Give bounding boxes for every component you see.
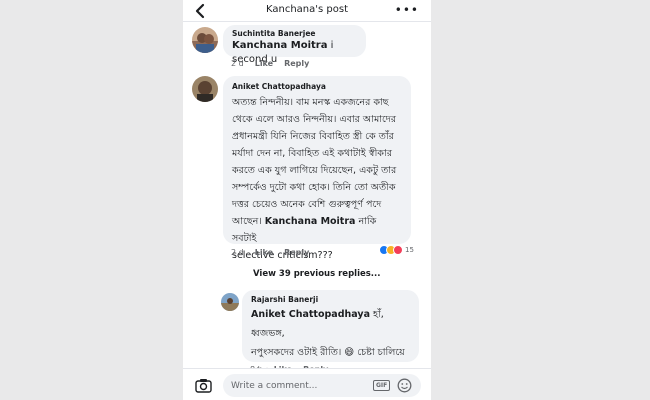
header-bar: Kanchana's post •••: [183, 0, 431, 22]
mention-link[interactable]: Aniket Chattopadhaya: [251, 309, 370, 320]
reply-bubble: Rajarshi Banerji Aniket Chattopadhaya হা…: [242, 290, 419, 377]
avatar[interactable]: [192, 76, 218, 102]
comment-bubble: Suchintita Banerjee Kanchana Moitra i se…: [223, 25, 366, 65]
comment-input[interactable]: [223, 374, 421, 397]
reply-button[interactable]: Reply: [284, 59, 309, 68]
comment-line: নপুংসকদের ওটাই রীতি। 😄 চেষ্টা চালিয়ে: [251, 347, 405, 358]
avatar[interactable]: [221, 293, 239, 311]
comment-time: 2 d: [231, 248, 244, 257]
comment-line: থেকে এলে আরও নিন্দনীয়। এবার আমাদের: [232, 114, 397, 125]
emoji-icon[interactable]: [397, 378, 412, 393]
comment-line: আছেন। Kanchana Moitra নাকি সবটাই: [232, 216, 377, 244]
avatar[interactable]: [192, 27, 218, 53]
comment-line: মর্যাদা দেন না, বিবাহিত এই কথাটাই স্বীকা…: [232, 148, 392, 159]
comment-bubble: Aniket Chattopadhaya অত্যন্ত নিন্দনীয়। …: [223, 76, 411, 261]
comment-author[interactable]: Suchintita Banerjee: [232, 28, 357, 39]
comment-line: সম্পর্কেও দুটো কথা হোক। তিনি তো অতীক: [232, 182, 396, 193]
comment-author[interactable]: Aniket Chattopadhaya: [232, 81, 402, 92]
comment-line: Aniket Chattopadhaya হাঁ, ধ্বজভঙ্গ,: [251, 309, 384, 339]
camera-icon[interactable]: [195, 378, 212, 393]
mention-link[interactable]: Kanchana Moitra: [265, 216, 356, 227]
like-button[interactable]: Like: [255, 248, 273, 257]
reply-button[interactable]: Reply: [284, 248, 309, 257]
comment-line: করতে এক যুগ লাগিয়ে দিয়েছেন, একটু তার: [232, 165, 397, 176]
comment-composer: GIF: [183, 368, 431, 400]
post-comments-screen: Kanchana's post ••• Suchintita Banerjee …: [183, 0, 431, 400]
view-previous-replies-link[interactable]: View 39 previous replies...: [253, 269, 381, 279]
comment-line: দত্তর চেয়েও অনেক বেশি গুরুত্বপূর্ণ পদে: [232, 199, 382, 210]
comment-time: 2 d: [231, 59, 244, 68]
comment-line: প্রধানমন্ত্রী যিনি নিজের বিবাহিত স্ত্রী …: [232, 131, 394, 142]
comment-author[interactable]: Rajarshi Banerji: [251, 294, 410, 305]
comment-line: অত্যন্ত নিন্দনীয়। বাম মনস্ক একজনের কাছ: [232, 97, 389, 108]
comment-meta: 2 d Like Reply: [231, 58, 320, 70]
more-icon[interactable]: •••: [395, 3, 419, 17]
love-reaction-icon: [393, 245, 403, 255]
reaction-summary[interactable]: 15: [379, 244, 414, 256]
gif-icon[interactable]: GIF: [373, 380, 391, 391]
like-button[interactable]: Like: [255, 59, 273, 68]
mention-link[interactable]: Kanchana Moitra: [232, 40, 327, 51]
reaction-count: 15: [405, 246, 414, 254]
comment-meta: 2 d Like Reply: [231, 247, 320, 259]
